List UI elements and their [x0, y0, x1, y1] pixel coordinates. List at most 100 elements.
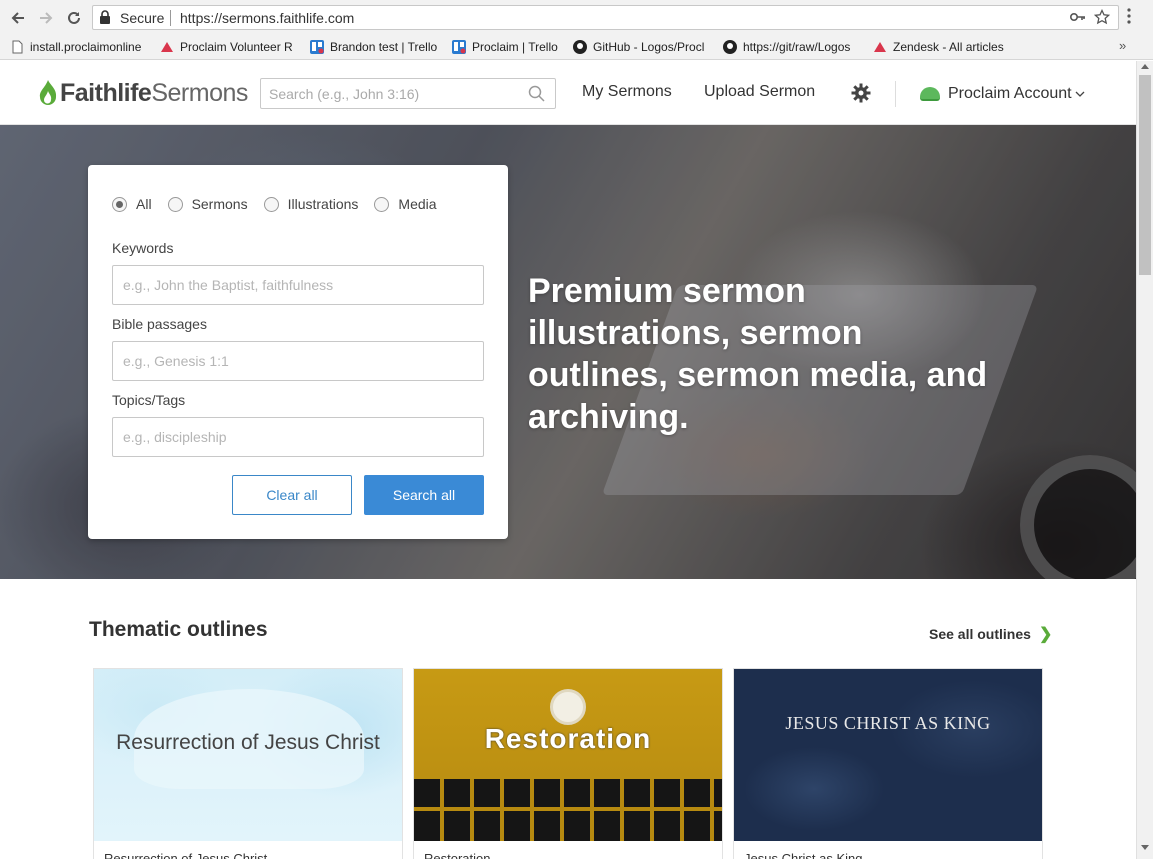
- reload-icon: [68, 11, 80, 24]
- bricks-graphic: [414, 779, 722, 841]
- browser-menu-icon[interactable]: [1127, 8, 1131, 24]
- outline-card-title: Restoration: [424, 851, 491, 859]
- card-image-text: JESUS CHRIST AS KING: [785, 713, 991, 733]
- bookmark-label: Proclaim | Trello: [472, 40, 558, 54]
- key-icon[interactable]: [1070, 11, 1086, 23]
- hero-headline: Premium sermon illustrations, sermon out…: [528, 272, 988, 436]
- thematic-outlines-heading: Thematic outlines: [89, 618, 268, 641]
- bookmark-label: GitHub - Logos/Procl: [593, 40, 705, 54]
- github-icon: [723, 40, 737, 54]
- filter-label: Sermons: [191, 196, 248, 212]
- radio-indicator: [167, 196, 183, 212]
- chevron-right-icon: ❯: [1038, 626, 1053, 643]
- logo-word-sermons: Sermons: [151, 78, 248, 107]
- keywords-label: Keywords: [112, 240, 174, 256]
- bookmark-item[interactable]: Proclaim | Trello: [452, 39, 564, 55]
- card-image-text: Restoration: [484, 723, 652, 754]
- filter-sermons-radio[interactable]: Sermons: [167, 196, 248, 212]
- bookmark-item[interactable]: https://git/raw/Logos: [723, 39, 861, 55]
- forward-arrow-icon: [40, 12, 53, 24]
- account-avatar: [920, 87, 940, 101]
- nav-upload-sermon[interactable]: Upload Sermon: [704, 83, 815, 101]
- account-menu[interactable]: Proclaim Account: [920, 81, 1085, 107]
- lock-icon: [100, 10, 110, 24]
- badge-graphic: [550, 689, 586, 725]
- bookmark-star-icon[interactable]: [1094, 9, 1110, 25]
- keywords-input[interactable]: [112, 265, 484, 305]
- see-all-outlines-link[interactable]: See all outlines ❯: [929, 624, 1052, 644]
- see-all-label: See all outlines: [929, 626, 1031, 642]
- scroll-up-arrow-icon[interactable]: [1141, 63, 1149, 69]
- address-bar[interactable]: Secure https://sermons.faithlife.com: [92, 5, 1119, 30]
- card-image-text: Resurrection of Jesus Christ: [116, 731, 380, 754]
- site-search-box: [260, 78, 556, 109]
- back-button[interactable]: [7, 7, 29, 29]
- bookmarks-overflow-button[interactable]: »: [1119, 38, 1126, 53]
- radio-indicator: [112, 196, 127, 212]
- bible-passages-label: Bible passages: [112, 316, 207, 332]
- filter-media-radio[interactable]: Media: [374, 196, 437, 212]
- browser-toolbar: Secure https://sermons.faithlife.com: [0, 0, 1153, 34]
- account-name: Proclaim Account: [948, 85, 1072, 102]
- content-type-filter: All Sermons Illustrations Media: [112, 196, 453, 212]
- scrollbar-thumb[interactable]: [1139, 75, 1151, 275]
- bookmark-label: Zendesk - All articles: [893, 40, 1004, 54]
- outline-card-image: Restoration: [414, 669, 722, 841]
- gear-icon[interactable]: [851, 83, 871, 103]
- search-all-button[interactable]: Search all: [364, 475, 484, 515]
- outline-card-image: Resurrection of Jesus Christ: [94, 669, 402, 841]
- site-header: Faithlife Sermons My Sermons Upload Serm…: [0, 61, 1136, 125]
- url-divider: [170, 10, 171, 26]
- logo-word-faithlife: Faithlife: [60, 78, 152, 107]
- page-icon: [10, 40, 24, 54]
- filter-illustrations-radio[interactable]: Illustrations: [263, 196, 359, 212]
- outline-card[interactable]: Resurrection of Jesus Christ Resurrectio…: [93, 668, 403, 859]
- bookmark-item[interactable]: Zendesk - All articles: [873, 39, 1013, 55]
- bookmark-label: Brandon test | Trello: [330, 40, 438, 54]
- clear-all-button[interactable]: Clear all: [232, 475, 352, 515]
- bookmark-item[interactable]: Proclaim Volunteer R: [160, 39, 298, 55]
- bookmark-item[interactable]: install.proclaimonline: [10, 39, 148, 55]
- secure-label: Secure: [120, 10, 165, 26]
- nav-my-sermons[interactable]: My Sermons: [582, 83, 672, 101]
- back-arrow-icon: [11, 12, 24, 24]
- url-text[interactable]: https://sermons.faithlife.com: [180, 10, 354, 26]
- outline-card-title: Resurrection of Jesus Christ: [104, 851, 268, 859]
- topics-tags-label: Topics/Tags: [112, 392, 186, 408]
- bookmark-label: Proclaim Volunteer R: [180, 40, 293, 54]
- filter-label: All: [136, 196, 152, 212]
- faithlife-sermons-logo[interactable]: Faithlife Sermons: [38, 77, 248, 109]
- bookmark-label: install.proclaimonline: [30, 40, 142, 54]
- chevron-down-icon: [1075, 91, 1085, 97]
- page-scrollbar[interactable]: [1136, 61, 1153, 859]
- reload-button[interactable]: [63, 7, 85, 29]
- bible-passages-input[interactable]: [112, 341, 484, 381]
- bookmark-item[interactable]: GitHub - Logos/Procl: [573, 39, 711, 55]
- outline-card-title: Jesus Christ as King: [744, 851, 863, 859]
- radio-indicator: [263, 196, 279, 212]
- radio-indicator: [374, 196, 390, 212]
- forward-button[interactable]: [35, 7, 57, 29]
- site-search-input[interactable]: [261, 79, 521, 108]
- hero-banner: All Sermons Illustrations Media Keywords…: [0, 125, 1136, 579]
- bookmark-item[interactable]: Brandon test | Trello: [310, 39, 442, 55]
- filter-all-radio[interactable]: All: [112, 196, 152, 212]
- filter-label: Media: [398, 196, 437, 212]
- outline-card-image: JESUS CHRIST AS KING: [734, 669, 1042, 841]
- bookmark-label: https://git/raw/Logos: [743, 40, 851, 54]
- zendesk-icon: [873, 40, 887, 54]
- filter-label: Illustrations: [287, 196, 359, 212]
- outline-card[interactable]: JESUS CHRIST AS KING Jesus Christ as Kin…: [733, 668, 1043, 859]
- flame-logo-icon: [39, 80, 57, 105]
- page-viewport: Faithlife Sermons My Sermons Upload Serm…: [0, 61, 1136, 859]
- bookmarks-bar: install.proclaimonline Proclaim Voluntee…: [0, 34, 1153, 60]
- trello-icon: [452, 40, 466, 54]
- nav-divider: [895, 81, 896, 107]
- github-icon: [573, 40, 587, 54]
- proclaim-icon: [160, 40, 174, 54]
- outline-card[interactable]: Restoration Restoration: [413, 668, 723, 859]
- search-icon[interactable]: [528, 85, 545, 102]
- scroll-down-arrow-icon[interactable]: [1141, 845, 1149, 851]
- advanced-search-card: All Sermons Illustrations Media Keywords…: [88, 165, 508, 539]
- topics-tags-input[interactable]: [112, 417, 484, 457]
